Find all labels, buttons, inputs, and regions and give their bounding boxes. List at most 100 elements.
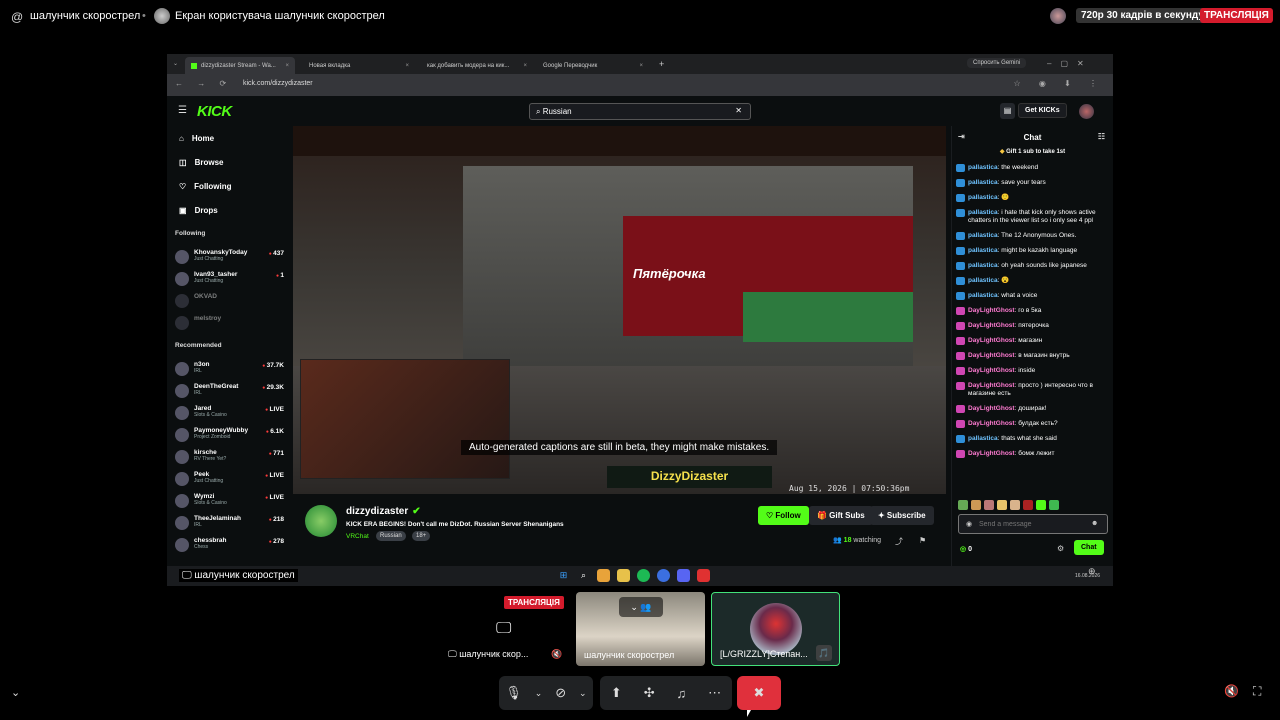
- chat-username[interactable]: DayLightGhost: [968, 352, 1015, 359]
- camera-off-icon[interactable]: ⊘: [555, 685, 566, 701]
- emote-icon[interactable]: [1010, 500, 1020, 510]
- video-player[interactable]: Пятёрочка Auto-generated captions are st…: [293, 126, 946, 494]
- tab-close-icon[interactable]: ×: [523, 63, 527, 69]
- sidebar-channel-row[interactable]: chessbrahChess278: [167, 534, 292, 556]
- tile-controls[interactable]: ⌄ 👥: [619, 597, 663, 617]
- chat-username[interactable]: DayLightGhost: [968, 367, 1015, 374]
- chat-username[interactable]: DayLightGhost: [968, 382, 1015, 389]
- participant-tile-stream[interactable]: ТРАНСЛЯЦІЯ 🖵 🖵 шалунчик скор... 🔇: [440, 592, 568, 666]
- screen-share-icon[interactable]: ⬆: [611, 685, 622, 701]
- chat-username[interactable]: pallastica: [968, 232, 998, 239]
- emote-icon[interactable]: [1023, 500, 1033, 510]
- chat-username[interactable]: DayLightGhost: [968, 337, 1015, 344]
- sidebar-item-drops[interactable]: ▣ Drops: [167, 198, 292, 222]
- gemini-button[interactable]: Спросить Gemini: [967, 58, 1027, 68]
- emote-icon[interactable]: [984, 500, 994, 510]
- more-icon[interactable]: ⚑: [919, 536, 926, 545]
- menu-icon[interactable]: ☰: [178, 105, 187, 116]
- spotify-icon[interactable]: [637, 569, 650, 582]
- sidebar-channel-row[interactable]: PeekJust ChattingLIVE: [167, 468, 292, 490]
- sidebar-channel-row[interactable]: melstroy: [167, 312, 292, 334]
- kick-logo[interactable]: KICK: [197, 103, 232, 120]
- end-call-button[interactable]: ✖: [737, 676, 781, 710]
- get-kicks-button[interactable]: Get KICKs: [1018, 103, 1067, 118]
- chat-username[interactable]: DayLightGhost: [968, 450, 1015, 457]
- emote-icon[interactable]: [971, 500, 981, 510]
- more-options-icon[interactable]: ⋯: [708, 685, 721, 701]
- browser-tab[interactable]: как добавить модера на кик... ×: [421, 57, 533, 74]
- participant-tile-grizzly[interactable]: [L/GRIZZLY]Степан... 🎵: [711, 592, 840, 666]
- tab-close-icon[interactable]: ×: [285, 63, 289, 69]
- stream-category[interactable]: VRChat: [346, 533, 369, 540]
- chat-username[interactable]: DayLightGhost: [968, 307, 1015, 314]
- browser-tab[interactable]: Google Переводчик ×: [537, 57, 649, 74]
- search-input[interactable]: ⌕ Russian ✕: [529, 103, 751, 120]
- sidebar-channel-row[interactable]: Ivan93_tasherJust Chatting1: [167, 268, 292, 290]
- mic-options-chevron-icon[interactable]: ⌄: [535, 688, 543, 699]
- theater-icon[interactable]: ▤: [1000, 103, 1015, 119]
- share-icon[interactable]: ⤴: [895, 536, 903, 547]
- chat-send-button[interactable]: Chat: [1074, 540, 1104, 555]
- url-field[interactable]: kick.com/dizzydizaster: [243, 80, 313, 87]
- soundboard-icon[interactable]: ♫: [676, 686, 686, 701]
- chat-username[interactable]: pallastica: [968, 209, 998, 216]
- tag-18-plus[interactable]: 18+: [412, 531, 431, 541]
- stream-channel-name[interactable]: dizzydizaster ✔: [346, 506, 421, 517]
- emote-icon[interactable]: [1036, 500, 1046, 510]
- emote-icon[interactable]: [1049, 500, 1059, 510]
- volume-muted-icon[interactable]: 🔇: [1224, 684, 1239, 698]
- collapse-chat-icon[interactable]: ⇥: [958, 132, 965, 141]
- points-counter[interactable]: ◎ 0: [960, 545, 972, 553]
- sidebar-channel-row[interactable]: DeenTheGreatIRL29.3K: [167, 380, 292, 402]
- app-icon[interactable]: [657, 569, 670, 582]
- emoji-icon[interactable]: ☻: [1091, 520, 1098, 527]
- follow-button[interactable]: ♡ Follow: [758, 506, 809, 525]
- folder-icon[interactable]: [617, 569, 630, 582]
- chat-message-input[interactable]: [958, 514, 1108, 534]
- windows-start-icon[interactable]: ⊞: [557, 569, 570, 582]
- chat-username[interactable]: pallastica: [968, 247, 998, 254]
- chat-username[interactable]: pallastica: [968, 292, 998, 299]
- chat-username[interactable]: DayLightGhost: [968, 322, 1015, 329]
- chat-username[interactable]: DayLightGhost: [968, 405, 1015, 412]
- browser-tab[interactable]: Новая вкладка ×: [303, 57, 415, 74]
- participant-tile-user[interactable]: ⌄ 👥 шалунчик скорострел: [576, 592, 705, 666]
- toolbar-icons[interactable]: ☆ ◉ ⬇ ⋮: [1013, 79, 1105, 88]
- chat-users-icon[interactable]: ☷: [1098, 132, 1105, 141]
- tab-close-icon[interactable]: ×: [639, 63, 643, 69]
- emote-icon[interactable]: [997, 500, 1007, 510]
- search-icon[interactable]: ⌕: [577, 569, 590, 582]
- chrome-icon[interactable]: [597, 569, 610, 582]
- pinned-gift-banner[interactable]: ◆ Gift 1 sub to take 1st: [952, 148, 1113, 160]
- channel-name[interactable]: шалунчик скорострел: [30, 10, 140, 22]
- chat-username[interactable]: pallastica: [968, 435, 998, 442]
- sidebar-channel-row[interactable]: JaredSlots & CasinoLIVE: [167, 402, 292, 424]
- sidebar-channel-row[interactable]: kirscheRV There Yet?771: [167, 446, 292, 468]
- chat-username[interactable]: pallastica: [968, 194, 998, 201]
- subscribe-button[interactable]: ✦ Subscribe: [870, 506, 934, 525]
- profile-avatar[interactable]: [1079, 104, 1094, 119]
- tag-russian[interactable]: Russian: [376, 531, 406, 541]
- sidebar-channel-row[interactable]: WymziSlots & CasinoLIVE: [167, 490, 292, 512]
- chat-username[interactable]: DayLightGhost: [968, 420, 1015, 427]
- sidebar-channel-row[interactable]: n3onIRL37.7K: [167, 358, 292, 380]
- window-controls[interactable]: –▢✕: [1047, 59, 1093, 68]
- gear-icon[interactable]: ⚙: [1057, 544, 1064, 553]
- tab-close-icon[interactable]: ×: [405, 63, 409, 69]
- chevron-down-icon[interactable]: ⌄: [11, 686, 20, 699]
- clear-search-icon[interactable]: ✕: [735, 106, 742, 115]
- discord-icon[interactable]: [677, 569, 690, 582]
- new-tab-button[interactable]: +: [659, 59, 664, 69]
- activities-icon[interactable]: ✣: [644, 685, 655, 701]
- sidebar-channel-row[interactable]: PaymoneyWubbyProject Zomboid6.1K: [167, 424, 292, 446]
- gift-subs-button[interactable]: 🎁 Gift Subs: [809, 506, 873, 525]
- youtube-icon[interactable]: [697, 569, 710, 582]
- speaker-muted-icon[interactable]: 🔇: [551, 649, 562, 660]
- browser-tab[interactable]: dizzydizaster Stream - Wa... ×: [185, 57, 295, 74]
- tab-list-icon[interactable]: ⌄: [173, 60, 178, 67]
- sidebar-item-home[interactable]: ⌂ Home: [167, 126, 292, 150]
- sidebar-channel-row[interactable]: KhovanskyTodayJust Chatting437: [167, 246, 292, 268]
- channel-avatar[interactable]: [305, 505, 337, 537]
- fullscreen-icon[interactable]: ⛶: [1253, 684, 1261, 699]
- chat-username[interactable]: pallastica: [968, 164, 998, 171]
